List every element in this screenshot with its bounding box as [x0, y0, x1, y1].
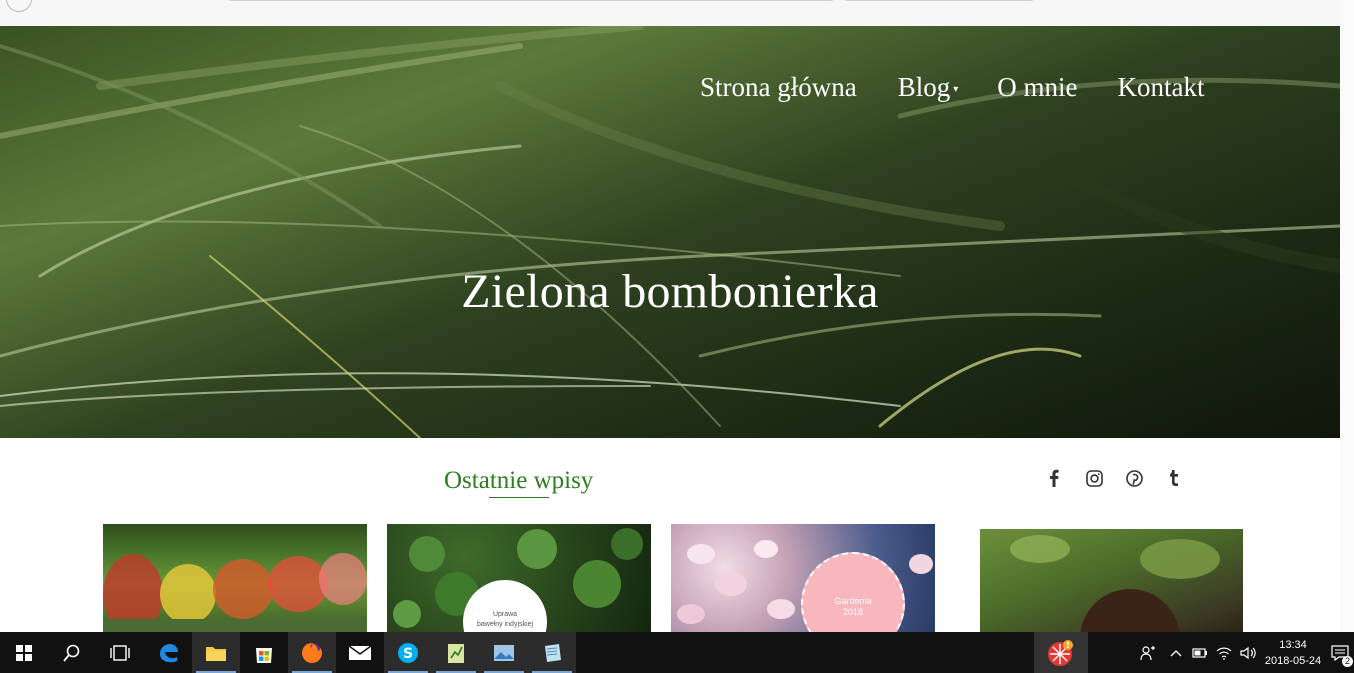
nav-blog-link[interactable]: Blog ▾	[898, 72, 959, 103]
battery-icon[interactable]	[1188, 632, 1212, 673]
notification-count-badge: 2	[1342, 656, 1353, 667]
clock-time: 13:34	[1279, 638, 1307, 651]
system-tray: 13:34 2018-05-24 2	[1132, 632, 1354, 673]
instagram-icon[interactable]	[1084, 468, 1104, 488]
garden-image	[103, 553, 367, 634]
svg-text:!: !	[1066, 641, 1070, 650]
badge-line-2: 2018	[842, 607, 864, 617]
search-icon[interactable]	[48, 632, 96, 673]
browser-icon[interactable]	[6, 0, 32, 12]
profile-image[interactable]	[980, 529, 1243, 639]
wifi-icon[interactable]	[1212, 632, 1236, 673]
clock[interactable]: 13:34 2018-05-24	[1260, 637, 1326, 669]
recent-posts-heading: Ostatnie wpisy	[444, 467, 594, 494]
badge-line-2: bawełny indyjskiej	[476, 621, 534, 628]
people-icon[interactable]	[1132, 632, 1164, 673]
badge-line-1: Gardenia	[834, 596, 872, 606]
nav-blog-label: Blog	[897, 72, 951, 102]
notepad-icon[interactable]	[432, 632, 480, 673]
nav-contact-link[interactable]: Kontakt	[1118, 72, 1205, 103]
hero-header: Strona główna Blog ▾ O mnie Kontakt Zielo…	[0, 26, 1340, 438]
clock-date: 2018-05-24	[1264, 654, 1322, 667]
site-title[interactable]: Zielona bombonierka	[0, 264, 1340, 319]
tumblr-icon[interactable]	[1164, 468, 1184, 488]
facebook-icon[interactable]	[1044, 468, 1064, 488]
file-explorer-icon[interactable]	[192, 632, 240, 673]
tray-app-icon[interactable]: !	[1034, 632, 1088, 673]
windows-start-icon[interactable]	[0, 632, 48, 673]
skype-icon[interactable]: S	[384, 632, 432, 673]
app-icon[interactable]	[528, 632, 576, 673]
post-thumbnail[interactable]: Uprawa bawełny indyjskiej	[387, 524, 651, 634]
task-view-icon[interactable]	[96, 632, 144, 673]
badge-line-1: Uprawa	[492, 611, 518, 618]
post-thumbnail[interactable]: Gardenia 2018	[671, 524, 935, 634]
photos-icon[interactable]	[480, 632, 528, 673]
nav-home-link[interactable]: Strona główna	[700, 72, 857, 103]
address-bar[interactable]	[228, 0, 834, 1]
browser-toolbar	[0, 0, 1340, 27]
edge-icon[interactable]	[144, 632, 192, 673]
store-icon[interactable]	[240, 632, 288, 673]
search-bar[interactable]	[844, 0, 1034, 1]
firefox-icon[interactable]	[288, 632, 336, 673]
volume-icon[interactable]	[1236, 632, 1260, 673]
windows-taskbar: S ! 13:34 2018-05-24 2	[0, 632, 1354, 673]
mail-icon[interactable]	[336, 632, 384, 673]
pinterest-icon[interactable]	[1124, 468, 1144, 488]
notification-center-icon[interactable]: 2	[1326, 632, 1354, 673]
svg-text:S: S	[403, 646, 413, 662]
post-thumbnail[interactable]	[103, 524, 367, 634]
scrollbar[interactable]	[1340, 0, 1354, 632]
main-navigation: Strona główna Blog ▾ O mnie Kontakt	[700, 72, 1205, 103]
heading-underline	[489, 497, 549, 498]
caret-down-icon: ▾	[953, 84, 959, 96]
social-links	[1044, 468, 1184, 488]
author-photo	[1010, 535, 1220, 639]
chevron-up-icon[interactable]	[1164, 632, 1188, 673]
nav-about-link[interactable]: O mnie	[997, 72, 1077, 103]
